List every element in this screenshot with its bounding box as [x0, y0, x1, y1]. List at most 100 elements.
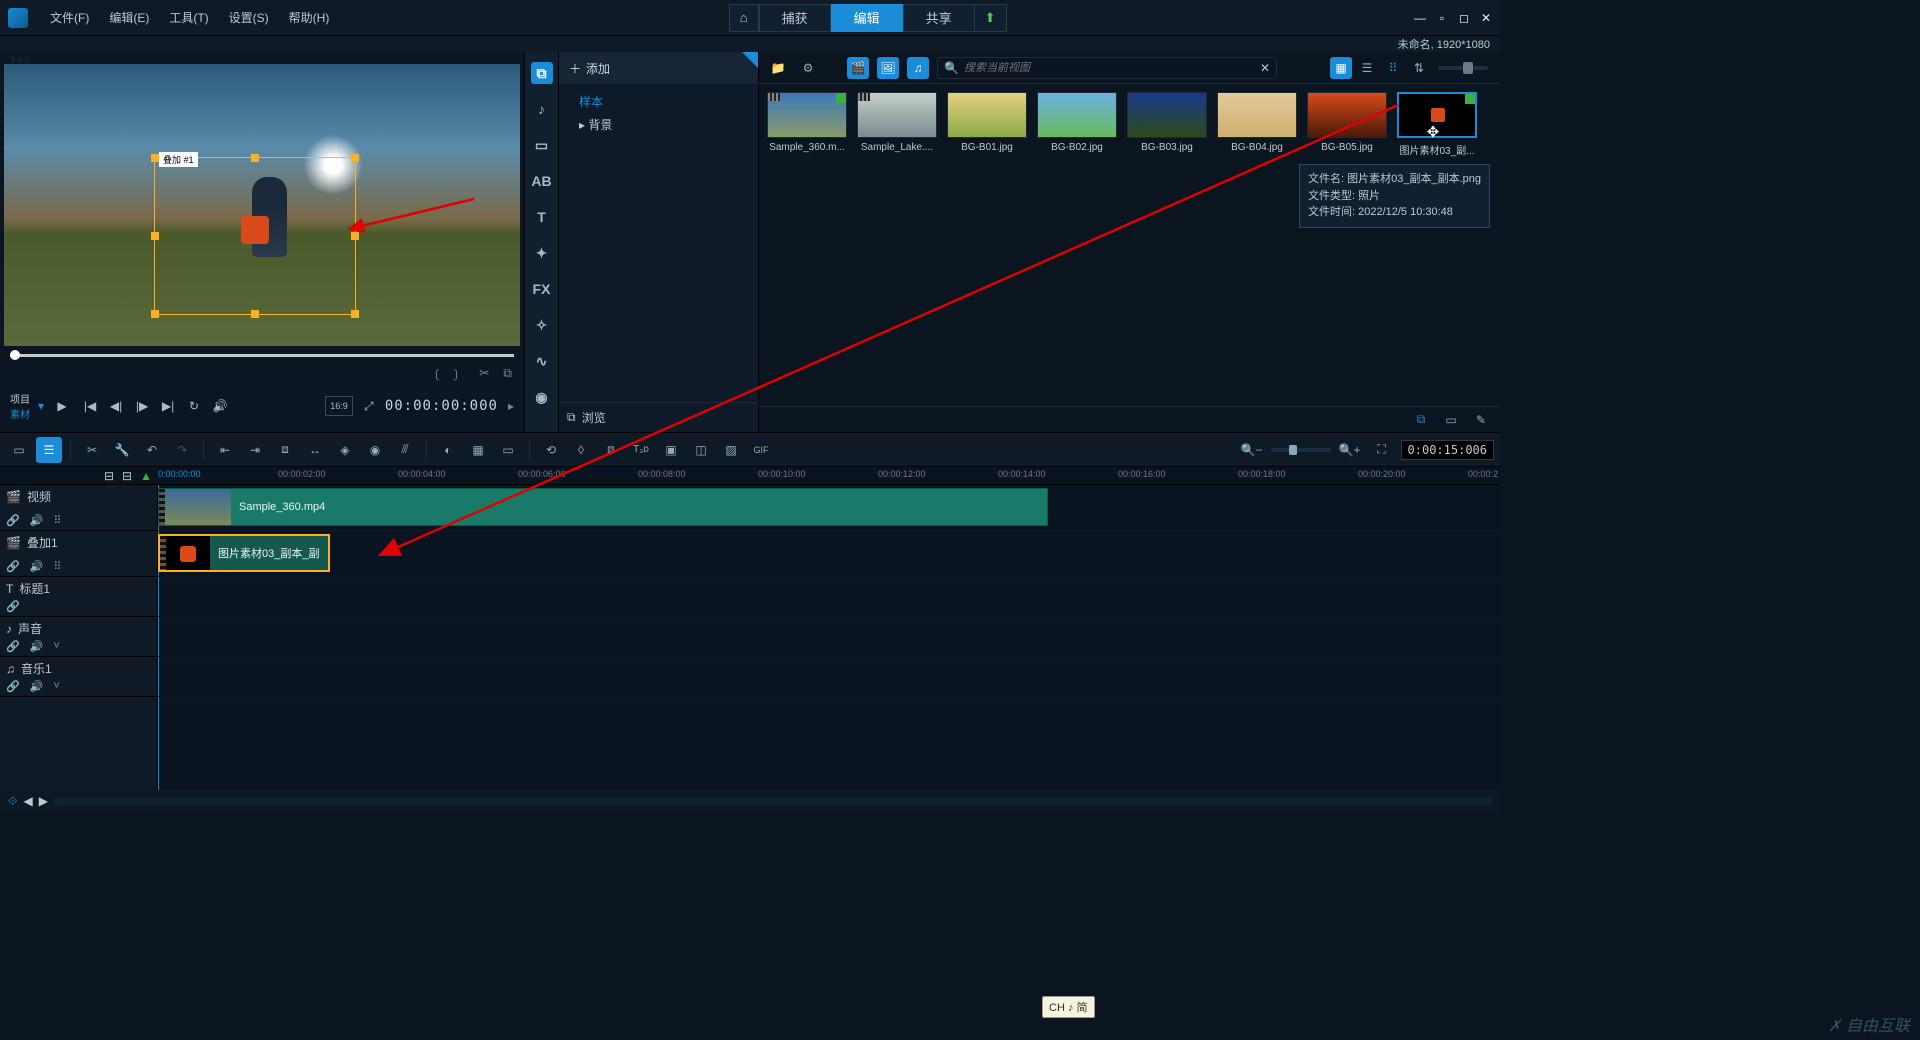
- frame-back-button[interactable]: ◀|: [106, 396, 126, 416]
- redo-icon[interactable]: ↷: [169, 437, 195, 463]
- stretch-icon[interactable]: ↔: [302, 437, 328, 463]
- menu-settings[interactable]: 设置(S): [219, 9, 279, 26]
- seekbar[interactable]: [4, 346, 520, 366]
- footer-prev-icon[interactable]: ◀: [23, 794, 32, 808]
- footer-next-icon[interactable]: ▶: [39, 794, 48, 808]
- preview-canvas[interactable]: 叠加 #1: [4, 64, 520, 346]
- thumb-item[interactable]: BG-B02.jpg: [1037, 92, 1117, 157]
- color-tab-icon[interactable]: ✧: [531, 314, 553, 336]
- clear-search-icon[interactable]: ✕: [1260, 61, 1270, 75]
- track-title-head[interactable]: T标题1 🔗: [0, 577, 157, 617]
- thumb-item[interactable]: BG-B05.jpg: [1307, 92, 1387, 157]
- thumb-item[interactable]: BG-B01.jpg: [947, 92, 1027, 157]
- crop-icon[interactable]: ⧈: [598, 437, 624, 463]
- grip-icon[interactable]: ⠿⠿⠿: [4, 56, 520, 64]
- mark-in-icon[interactable]: 〔: [427, 366, 439, 384]
- clip-video[interactable]: Sample_360.mp4: [158, 488, 1048, 526]
- ruler-btn-1[interactable]: ⊟: [104, 469, 114, 483]
- view-thumb-icon[interactable]: ⠿: [1382, 57, 1404, 79]
- title-tab-icon[interactable]: AB: [531, 170, 553, 192]
- fit-icon[interactable]: ⛶: [1369, 437, 1395, 463]
- tab-capture[interactable]: 捕获: [759, 4, 831, 32]
- zoom-out-icon[interactable]: 🔍−: [1239, 437, 1265, 463]
- tab-home[interactable]: ⌂: [729, 4, 759, 32]
- marker-icon[interactable]: ◈: [332, 437, 358, 463]
- motion-tab-icon[interactable]: ∿: [531, 350, 553, 372]
- clip-overlay[interactable]: 图片素材03_副本_副: [158, 534, 330, 572]
- menu-help[interactable]: 帮助(H): [279, 9, 340, 26]
- blend-icon[interactable]: ◐: [435, 437, 461, 463]
- chapter-icon[interactable]: ▭: [495, 437, 521, 463]
- menu-edit[interactable]: 编辑(E): [99, 9, 159, 26]
- grid-icon[interactable]: ▦: [465, 437, 491, 463]
- ruler-btn-3[interactable]: ▲: [140, 469, 152, 483]
- close-button[interactable]: ✕: [1480, 12, 1492, 24]
- upload-icon[interactable]: ⬆: [975, 4, 1007, 32]
- footer-btn-1[interactable]: ⧉: [1410, 409, 1432, 431]
- stabilize-icon[interactable]: ▨: [718, 437, 744, 463]
- thumb-item[interactable]: BG-B04.jpg: [1217, 92, 1297, 157]
- ar-tab-icon[interactable]: ◉: [531, 386, 553, 408]
- audio-tab-icon[interactable]: ♪: [531, 98, 553, 120]
- undo-icon[interactable]: ↶: [139, 437, 165, 463]
- fx-tab-icon[interactable]: FX: [531, 278, 553, 300]
- tracks-area[interactable]: Sample_360.mp4 图片素材03_副本_副: [158, 485, 1500, 790]
- timeline-view-icon[interactable]: ☰: [36, 437, 62, 463]
- track-overlay-head[interactable]: 🎬叠加1 🔗🔊⠿: [0, 531, 157, 577]
- gear-icon[interactable]: ⚙: [797, 57, 819, 79]
- pan-zoom-icon[interactable]: ▣: [658, 437, 684, 463]
- footer-toggle-icon[interactable]: ⟐: [8, 794, 17, 809]
- audio-mix-icon[interactable]: ⫻: [392, 437, 418, 463]
- split-icon[interactable]: ⧈: [272, 437, 298, 463]
- menu-tools[interactable]: 工具(T): [159, 9, 218, 26]
- import-icon[interactable]: 📁: [767, 57, 789, 79]
- overlay-tab-icon[interactable]: ✦: [531, 242, 553, 264]
- thumb-item[interactable]: BG-B03.jpg: [1127, 92, 1207, 157]
- tab-share[interactable]: 共享: [903, 4, 975, 32]
- restore-button[interactable]: ▫: [1436, 12, 1448, 24]
- tab-edit[interactable]: 编辑: [831, 4, 903, 32]
- ruler-btn-2[interactable]: ⊟: [122, 469, 132, 483]
- menu-file[interactable]: 文件(F): [40, 9, 99, 26]
- zoom-slider[interactable]: [1271, 448, 1331, 452]
- track-music-head[interactable]: ♫音乐1 🔗🔊˅: [0, 657, 157, 697]
- goto-start-button[interactable]: |◀: [80, 396, 100, 416]
- loop-button[interactable]: ↻: [184, 396, 204, 416]
- h-scrollbar[interactable]: [54, 797, 1492, 805]
- scissors-icon[interactable]: ✂: [479, 366, 489, 384]
- tree-sample[interactable]: 样本: [569, 90, 748, 113]
- motion-track-icon[interactable]: ⟲: [538, 437, 564, 463]
- timeline-ruler[interactable]: ⊟ ⊟ ▲ 0:00:00:00 00:00:02:00 00:00:04:00…: [0, 467, 1500, 485]
- transition-tab-icon[interactable]: ▭: [531, 134, 553, 156]
- browse-button[interactable]: 浏览: [582, 409, 606, 426]
- search-input[interactable]: 🔍 ✕: [937, 57, 1277, 79]
- footer-btn-3[interactable]: ✎: [1470, 409, 1492, 431]
- view-list-icon[interactable]: ☰: [1356, 57, 1378, 79]
- color-icon[interactable]: ◉: [362, 437, 388, 463]
- thumb-item[interactable]: Sample_360.m...: [767, 92, 847, 157]
- mask-icon[interactable]: ◊: [568, 437, 594, 463]
- sort-icon[interactable]: ⇅: [1408, 57, 1430, 79]
- expand-icon[interactable]: ⤢: [359, 396, 379, 416]
- pin-icon[interactable]: [742, 52, 758, 68]
- story-view-icon[interactable]: ▭: [6, 437, 32, 463]
- browse-icon[interactable]: ⧉: [567, 410, 576, 425]
- thumb-item[interactable]: Sample_Lake....: [857, 92, 937, 157]
- snapshot-icon[interactable]: ⧉: [503, 366, 512, 384]
- text-tab-icon[interactable]: T: [531, 206, 553, 228]
- filter-video-icon[interactable]: 🎬: [847, 57, 869, 79]
- track-video-head[interactable]: 🎬视频 🔗🔊⠿: [0, 485, 157, 531]
- tree-background[interactable]: ▸ 背景: [569, 113, 748, 136]
- trim-right-icon[interactable]: ⇥: [242, 437, 268, 463]
- footer-btn-2[interactable]: ▭: [1440, 409, 1462, 431]
- thumb-size-slider[interactable]: [1438, 66, 1488, 70]
- undo-cut-icon[interactable]: ✂: [79, 437, 105, 463]
- trim-left-icon[interactable]: ⇤: [212, 437, 238, 463]
- aspect-badge[interactable]: 16:9: [325, 396, 353, 416]
- media-tab-icon[interactable]: ⧉: [531, 62, 553, 84]
- time-remap-icon[interactable]: ◫: [688, 437, 714, 463]
- goto-end-button[interactable]: ▶|: [158, 396, 178, 416]
- minimize-button[interactable]: —: [1414, 12, 1426, 24]
- volume-button[interactable]: 🔊: [210, 396, 230, 416]
- maximize-button[interactable]: ◻: [1458, 12, 1470, 24]
